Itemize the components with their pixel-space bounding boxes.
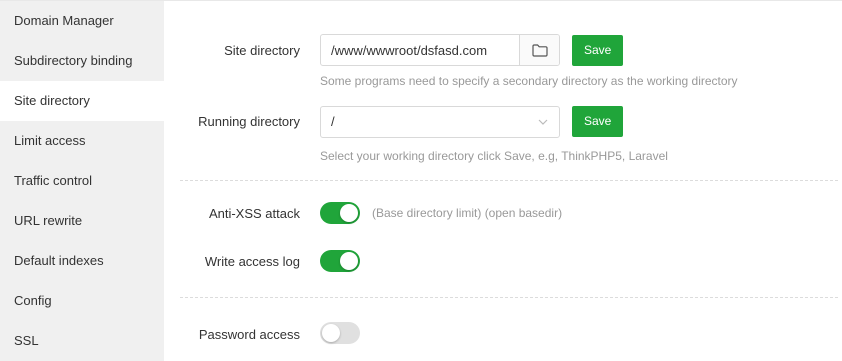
running-directory-select[interactable]: / <box>320 106 560 138</box>
toggle-knob <box>322 324 340 342</box>
folder-browse-button[interactable] <box>519 35 559 65</box>
anti-xss-note: (Base directory limit) (open basedir) <box>372 206 563 220</box>
sidebar-item-subdirectory-binding[interactable]: Subdirectory binding <box>0 41 164 81</box>
sidebar-item-traffic-control[interactable]: Traffic control <box>0 161 164 201</box>
sidebar-item-default-indexes[interactable]: Default indexes <box>0 241 164 281</box>
section-divider <box>180 180 838 181</box>
password-access-toggle[interactable] <box>320 322 360 344</box>
anti-xss-toggle[interactable] <box>320 202 360 224</box>
chevron-down-icon <box>538 119 548 125</box>
running-directory-save-button[interactable]: Save <box>572 106 624 137</box>
running-directory-hint: Select your working directory click Save… <box>320 149 668 163</box>
toggle-knob <box>340 252 358 270</box>
sidebar-item-limit-access[interactable]: Limit access <box>0 121 164 161</box>
site-directory-label: Site directory <box>224 43 300 58</box>
folder-icon <box>531 43 548 57</box>
running-directory-label: Running directory <box>198 114 300 129</box>
sidebar-item-config[interactable]: Config <box>0 281 164 321</box>
sidebar-item-url-rewrite[interactable]: URL rewrite <box>0 201 164 241</box>
password-access-label: Password access <box>198 327 300 342</box>
site-directory-hint: Some programs need to specify a secondar… <box>320 74 738 88</box>
anti-xss-label: Anti-XSS attack <box>208 206 300 221</box>
toggle-knob <box>340 204 358 222</box>
section-divider <box>180 297 838 298</box>
sidebar-item-site-directory[interactable]: Site directory <box>0 81 164 121</box>
main-panel: Site directory Save Some programs need t… <box>164 1 842 361</box>
sidebar-item-ssl[interactable]: SSL <box>0 321 164 361</box>
write-access-log-toggle[interactable] <box>320 250 360 272</box>
site-directory-input[interactable] <box>321 35 519 65</box>
site-directory-field <box>320 34 560 66</box>
write-access-log-label: Write access log <box>204 254 300 269</box>
sidebar: Domain Manager Subdirectory binding Site… <box>0 1 164 361</box>
running-directory-value: / <box>331 114 335 129</box>
site-directory-save-button[interactable]: Save <box>572 35 624 66</box>
sidebar-item-domain-manager[interactable]: Domain Manager <box>0 1 164 41</box>
